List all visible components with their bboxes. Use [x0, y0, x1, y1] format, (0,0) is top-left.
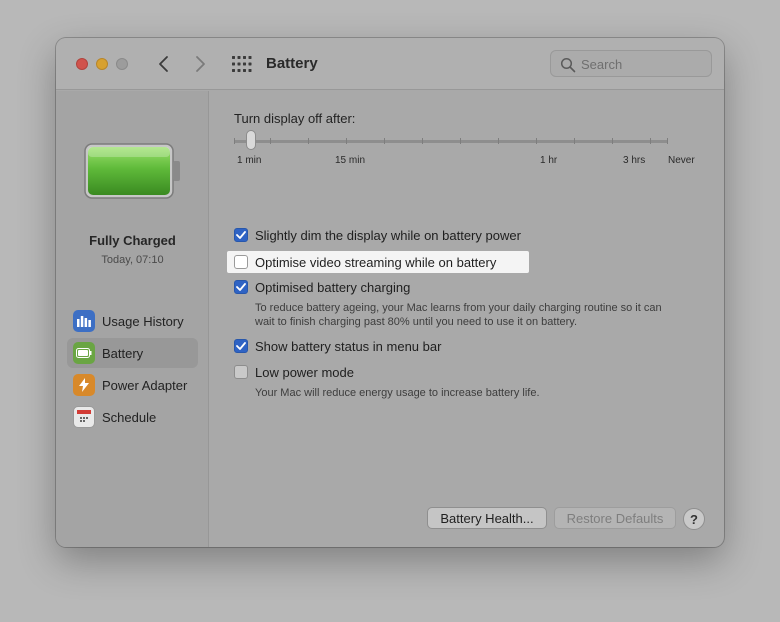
- calendar-icon: [73, 406, 95, 428]
- chevron-right-icon[interactable]: [188, 52, 212, 76]
- checkmark-icon: [236, 231, 246, 239]
- slider-tick: [650, 138, 651, 144]
- chevron-left-icon[interactable]: [152, 52, 176, 76]
- slider-tick: [667, 138, 668, 144]
- search-field[interactable]: [550, 50, 712, 77]
- option-description-line-2: wait to finish charging past 80% until y…: [255, 316, 578, 328]
- slider-tick: [536, 138, 537, 144]
- search-input[interactable]: [581, 55, 701, 73]
- display-off-slider-track[interactable]: [234, 140, 668, 143]
- checkbox-show-menu-bar[interactable]: [234, 339, 248, 353]
- sidebar-item-schedule[interactable]: Schedule: [67, 402, 198, 432]
- battery-full-icon: [84, 143, 180, 199]
- slider-tick: [574, 138, 575, 144]
- slider-tick: [612, 138, 613, 144]
- sidebar-item-usage-history[interactable]: Usage History: [67, 306, 198, 336]
- option-label: Slightly dim the display while on batter…: [255, 227, 521, 243]
- title-bar: Battery: [56, 38, 724, 90]
- option-label: Show battery status in menu bar: [255, 338, 442, 354]
- checkbox-low-power[interactable]: [234, 365, 248, 379]
- option-optimised-charging[interactable]: Optimised battery charging: [234, 278, 410, 296]
- option-label: Optimised battery charging: [255, 279, 411, 295]
- sidebar-item-label: Power Adapter: [102, 377, 188, 393]
- battery-status-title: Fully Charged: [89, 233, 176, 248]
- sidebar-item-label: Usage History: [102, 313, 184, 329]
- display-off-slider-knob[interactable]: [246, 130, 256, 150]
- slider-tick: [460, 138, 461, 144]
- zoom-button[interactable]: [116, 58, 128, 70]
- checkmark-icon: [236, 342, 246, 350]
- slider-tick: [346, 138, 347, 144]
- checkbox-dim-display[interactable]: [234, 228, 248, 242]
- checkbox-optimised-charging[interactable]: [234, 280, 248, 294]
- tick-label-1-hr: 1 hr: [540, 155, 558, 166]
- option-low-power[interactable]: Low power mode: [234, 363, 354, 381]
- tick-label-1-min: 1 min: [237, 155, 262, 166]
- minimize-button[interactable]: [96, 58, 108, 70]
- sidebar: Fully Charged Today, 07:10 Usage History…: [56, 91, 209, 547]
- option-description-line-1: To reduce battery ageing, your Mac learn…: [255, 302, 662, 314]
- option-description-low-power: Your Mac will reduce energy usage to inc…: [255, 387, 540, 399]
- option-show-menu-bar[interactable]: Show battery status in menu bar: [234, 337, 441, 355]
- lightning-icon: [73, 374, 95, 396]
- checkbox-optimise-video[interactable]: [234, 255, 248, 269]
- restore-defaults-button[interactable]: Restore Defaults: [554, 507, 676, 529]
- grid-icon[interactable]: [232, 56, 252, 72]
- close-button[interactable]: [76, 58, 88, 70]
- tick-label-15-min: 15 min: [335, 155, 366, 166]
- battery-health-button[interactable]: Battery Health...: [427, 507, 547, 529]
- tick-label-never: Never: [668, 155, 695, 166]
- help-button[interactable]: ?: [683, 508, 705, 530]
- option-label: Optimise video streaming while on batter…: [255, 254, 497, 270]
- window-title: Battery: [266, 55, 318, 72]
- main-panel: Turn display off after: 1 min 15 min 1 h…: [210, 91, 724, 547]
- sidebar-item-label: Schedule: [102, 409, 157, 425]
- slider-tick: [384, 138, 385, 144]
- slider-tick: [234, 138, 235, 144]
- slider-tick: [270, 138, 271, 144]
- tick-label-3-hrs: 3 hrs: [623, 155, 646, 166]
- option-optimise-video[interactable]: Optimise video streaming while on batter…: [234, 253, 496, 271]
- checkmark-icon: [236, 283, 246, 291]
- battery-status-time: Today, 07:10: [101, 254, 164, 266]
- slider-tick: [422, 138, 423, 144]
- preferences-window: Battery Fully Charged Today, 07: [56, 38, 724, 547]
- battery-icon: [73, 342, 95, 364]
- bar-chart-icon: [73, 310, 95, 332]
- slider-tick: [308, 138, 309, 144]
- display-off-label: Turn display off after:: [234, 111, 356, 126]
- option-label: Low power mode: [255, 364, 354, 380]
- search-icon: [560, 57, 576, 73]
- slider-tick: [498, 138, 499, 144]
- sidebar-item-power-adapter[interactable]: Power Adapter: [67, 370, 198, 400]
- sidebar-item-label: Battery: [102, 345, 144, 361]
- sidebar-item-battery[interactable]: Battery: [67, 338, 198, 368]
- option-dim-display[interactable]: Slightly dim the display while on batter…: [234, 226, 521, 244]
